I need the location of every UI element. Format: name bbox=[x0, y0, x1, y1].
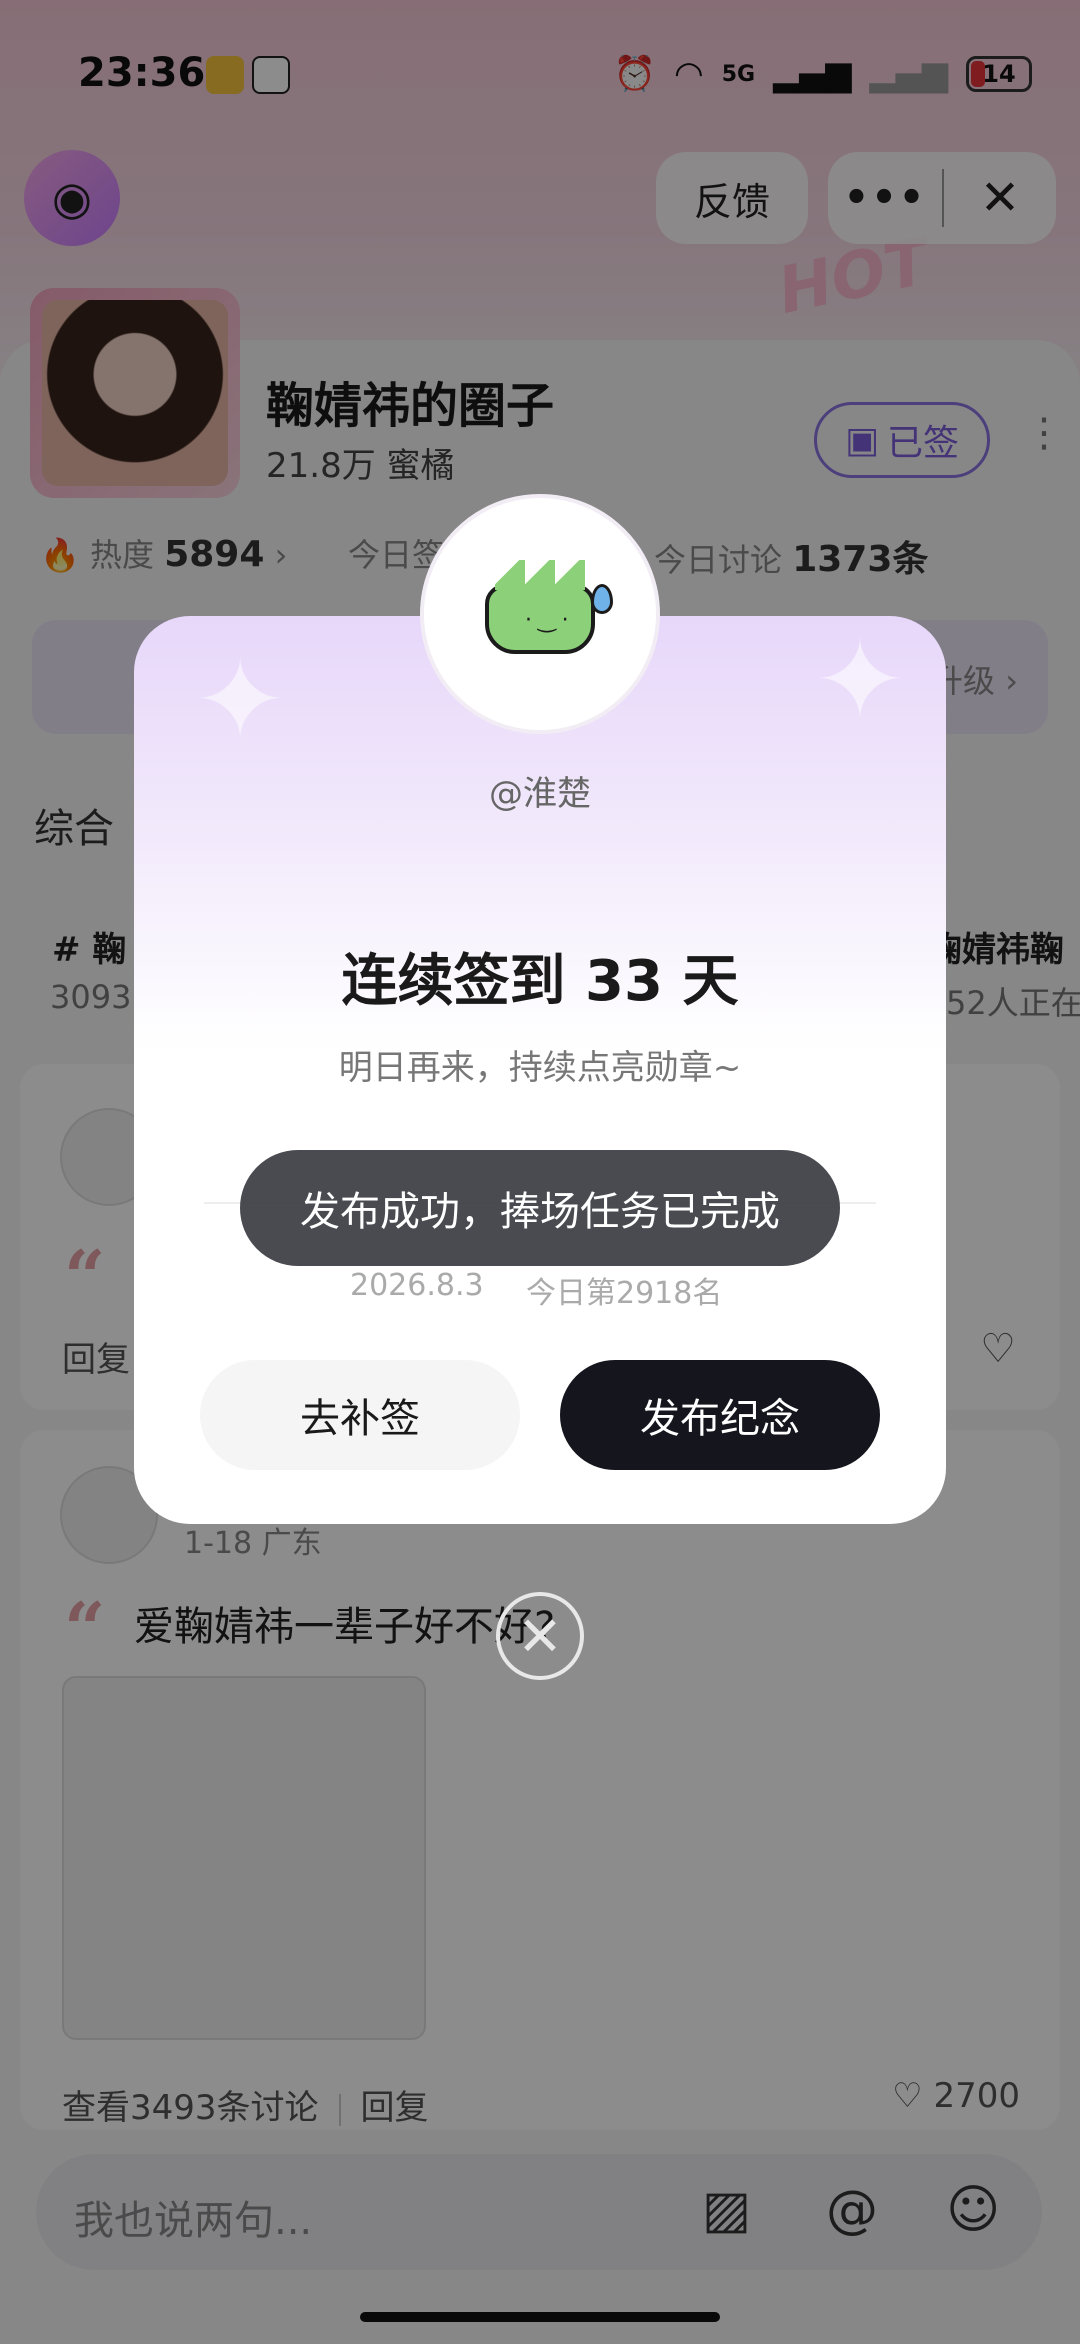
badge-medal: ·‿· bbox=[420, 494, 660, 734]
star-decoration: ✦ bbox=[194, 636, 287, 764]
publish-memorial-button[interactable]: 发布纪念 bbox=[560, 1360, 880, 1470]
checkin-date: 2026.8.3 bbox=[350, 1268, 484, 1303]
makeup-checkin-button[interactable]: 去补签 bbox=[200, 1360, 520, 1470]
mascot-icon: ·‿· bbox=[485, 560, 613, 654]
checkin-subtitle: 明日再来，持续点亮勋章~ bbox=[338, 1048, 742, 1088]
close-icon[interactable]: ✕ bbox=[496, 1592, 584, 1680]
checkin-rank: 今日第2918名 bbox=[526, 1276, 723, 1311]
success-toast: 发布成功，捧场任务已完成 bbox=[240, 1150, 840, 1266]
checkin-title: 连续签到 33 天 bbox=[341, 949, 739, 1014]
user-handle: @淮楚 bbox=[489, 774, 591, 814]
star-decoration: ✦ bbox=[813, 616, 906, 744]
